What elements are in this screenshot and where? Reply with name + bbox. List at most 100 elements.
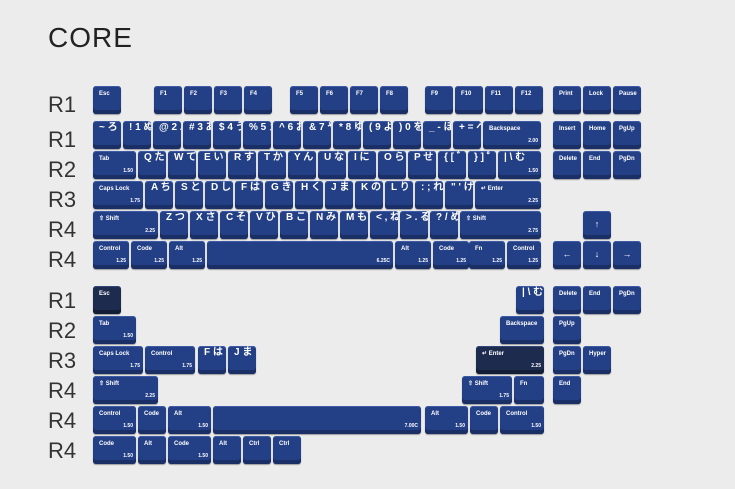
key-legend: F5 [296, 91, 304, 97]
keycap: Alt [213, 436, 241, 464]
keycap: ⇧ Shift 1.75 [462, 376, 512, 404]
keycap: Ctrl [243, 436, 271, 464]
keycap: PgUp [553, 316, 581, 344]
key-size-label: 1.75 [130, 198, 140, 204]
keycap: F6 [320, 86, 348, 114]
key-legend: Tab [99, 156, 110, 162]
key-legend: F2 [190, 91, 198, 97]
keycap: | \ む 1.50 [498, 151, 541, 179]
keycap: F は [198, 346, 226, 374]
keycap: ~ ろ [93, 121, 121, 149]
key-legend: Caps Lock [99, 351, 130, 357]
keycap: Caps Lock 1.75 [93, 181, 143, 209]
page-title: CORE [48, 22, 133, 53]
keycap: Delete [553, 151, 581, 179]
keycap: O ら [378, 151, 406, 179]
key-legend: F3 [220, 91, 228, 97]
keycap: @ 2 ふ [153, 121, 181, 149]
key-legend: + = へ [459, 122, 481, 133]
key-legend: Esc [99, 291, 110, 297]
row-label: R4 [48, 408, 77, 433]
keycap: Z つ [160, 211, 188, 239]
keycap: G き [265, 181, 293, 209]
keycap: Control 1.50 [500, 406, 544, 434]
keycap: End [583, 286, 611, 314]
key-legend: Code [439, 246, 454, 252]
key-size-label: 1.50 [123, 423, 133, 429]
key-legend: ⇧ Shift [99, 216, 120, 222]
key-legend: ↵ Enter [482, 351, 505, 357]
key-legend: Fn [520, 381, 528, 387]
key-legend: H く [301, 182, 321, 193]
keycap: End [583, 151, 611, 179]
keycap: < , ね [370, 211, 398, 239]
keycap: # 3 あ [183, 121, 211, 149]
key-legend: } ] ゜ [474, 152, 496, 163]
keycap: T か [258, 151, 286, 179]
keycap: Delete [553, 286, 581, 314]
row-label: R1 [48, 127, 77, 152]
keycap: Code 1.50 [168, 436, 211, 464]
key-legend: F は [241, 182, 260, 193]
keycap: F10 [455, 86, 483, 114]
key-legend: F8 [386, 91, 394, 97]
key-legend: F は [204, 347, 223, 358]
keycap: P せ [408, 151, 436, 179]
key-legend: Code [99, 441, 114, 447]
key-legend: : ; れ [421, 182, 443, 193]
key-legend: N み [316, 212, 336, 223]
keycap: K の [355, 181, 383, 209]
key-legend: Home [589, 126, 606, 132]
keycap: PgDn [613, 151, 641, 179]
key-legend: R す [234, 152, 254, 163]
keycap: | \ む [516, 286, 544, 314]
keycap: L り [385, 181, 413, 209]
key-size-label: 2.75 [528, 228, 538, 234]
keycap: Home [583, 121, 611, 149]
key-legend: PgDn [619, 291, 635, 297]
key-legend: Pause [619, 91, 637, 97]
keycap: Alt 1.25 [169, 241, 205, 269]
key-legend: < , ね [376, 212, 398, 223]
key-legend: F1 [160, 91, 168, 97]
keycap: Code 1.50 [93, 436, 136, 464]
key-legend: Control [513, 246, 535, 252]
key-legend: Code [144, 411, 159, 417]
keycap: F8 [380, 86, 408, 114]
key-legend: @ 2 ふ [159, 122, 181, 133]
keycap: M も [340, 211, 368, 239]
keycap: F は [235, 181, 263, 209]
keycap: & 7 や [303, 121, 331, 149]
key-legend: M も [346, 212, 368, 223]
key-legend: C そ [226, 212, 246, 223]
keycap: Alt 1.50 [168, 406, 211, 434]
key-legend: ← [562, 248, 572, 259]
key-legend: # 3 あ [189, 122, 211, 133]
keycap: ↵ Enter 2.25 [475, 181, 541, 209]
key-legend: ! 1 ぬ [129, 122, 151, 133]
keycap: B こ [280, 211, 308, 239]
key-legend: S と [181, 182, 201, 193]
key-legend: Backspace [489, 126, 521, 132]
keycap: Caps Lock 1.75 [93, 346, 143, 374]
key-legend: End [589, 291, 601, 297]
key-size-label: 1.50 [198, 423, 208, 429]
key-size-label: 1.50 [198, 453, 208, 459]
keycap: $ 4 う [213, 121, 241, 149]
keycap: Fn 1.25 [469, 241, 505, 269]
keycap: X さ [190, 211, 218, 239]
keycap: Print [553, 86, 581, 114]
row-label: R4 [48, 438, 77, 463]
key-legend: Code [137, 246, 152, 252]
key-legend: > . る [406, 212, 428, 223]
keycap: } ] ゜ [468, 151, 496, 179]
row-label: R1 [48, 92, 77, 117]
arrow-down-key: ↓ [583, 241, 611, 269]
key-legend: Code [476, 411, 491, 417]
keycap: I に [348, 151, 376, 179]
key-legend: { [ ゛ [444, 152, 466, 163]
keycap: Alt 1.50 [425, 406, 468, 434]
key-size-label: 1.25 [116, 258, 126, 264]
keycap: N み [310, 211, 338, 239]
keycap: ⇧ Shift 2.25 [93, 211, 158, 239]
